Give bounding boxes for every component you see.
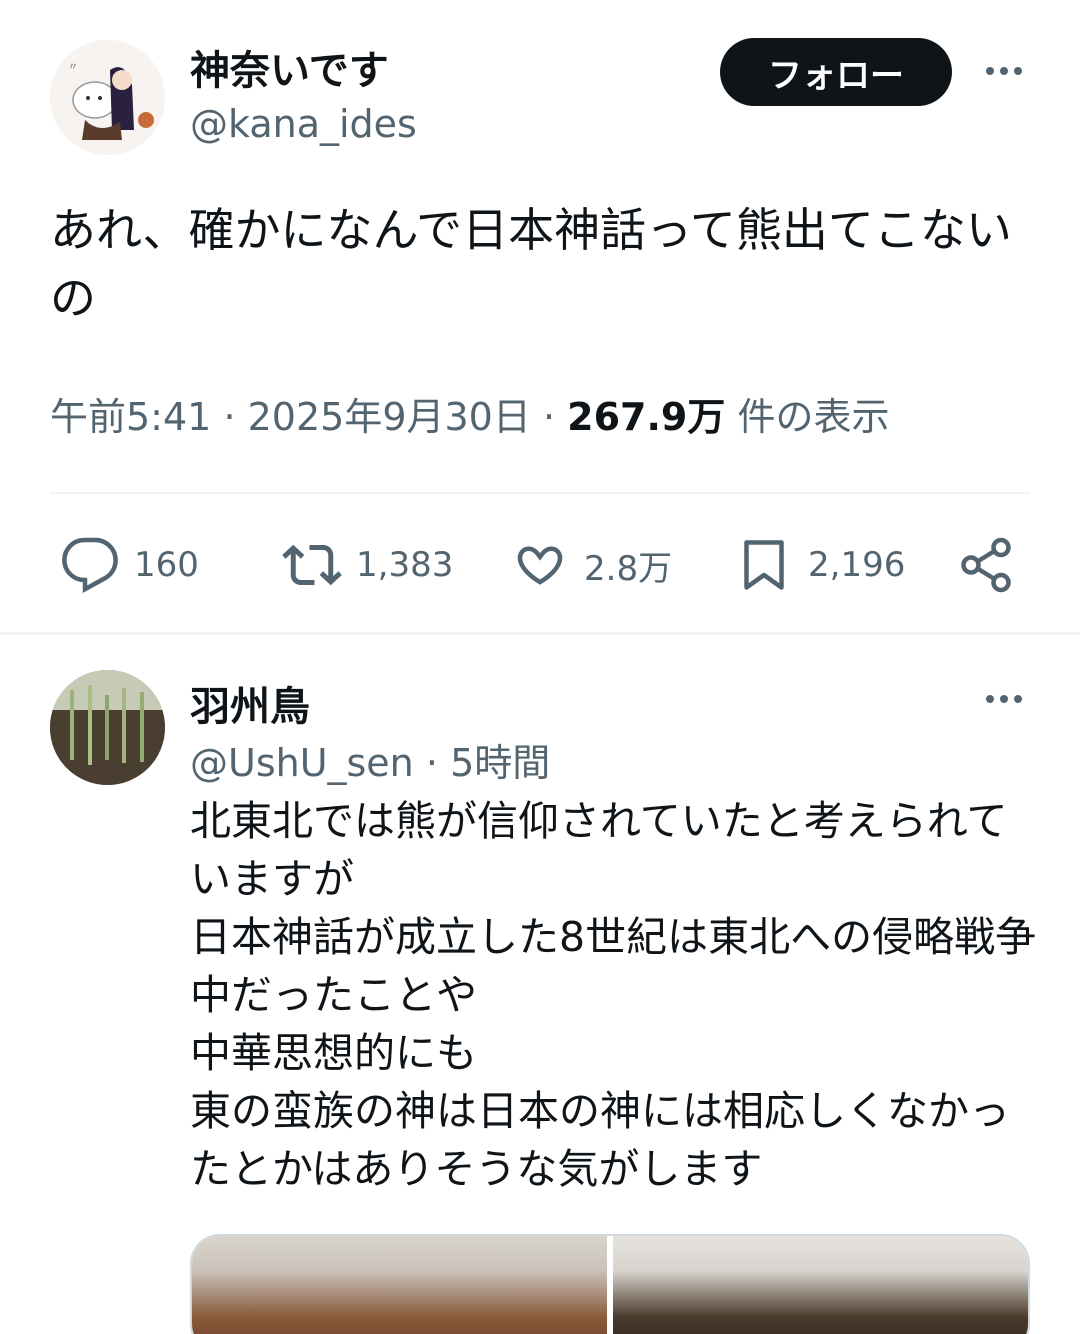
heart-icon [517,546,563,585]
media-image[interactable] [192,1236,607,1334]
svg-text:〃: 〃 [68,62,78,73]
tweet-date[interactable]: 2025年9月30日 [248,395,531,439]
follow-button[interactable]: フォロー [720,38,952,106]
like-count: 2.8万 [584,548,673,589]
bookmark-button[interactable]: 2,196 [734,520,905,610]
divider [0,632,1080,635]
share-button[interactable] [956,520,1016,610]
retweet-icon [282,544,342,586]
meta-separator: · [542,395,556,439]
reply-text: 北東北では熊が信仰されていたと考えられていますが 日本神話が成立した8世紀は東北… [190,797,1037,1193]
media-image[interactable] [613,1236,1028,1334]
meta-separator: · [425,741,438,785]
tweet-text: あれ、確かになんで日本神話って熊出てこないの [50,203,1012,325]
tweet-meta: 午前5:41 · 2025年9月30日 · 267.9万 件の表示 [50,386,889,441]
reply-author-name[interactable]: 羽州鳥 [190,674,310,732]
bookmark-count: 2,196 [808,545,906,585]
retweet-button[interactable]: 1,383 [282,520,453,610]
like-button[interactable]: 2.8万 [510,520,672,610]
reply-icon [62,537,118,594]
author-name[interactable]: 神奈いです [190,38,389,96]
reply-more-icon[interactable] [978,676,1030,722]
reply-author-avatar[interactable] [50,670,165,785]
bookmark-icon [744,540,784,590]
reply-time[interactable]: 5時間 [450,741,550,785]
reply-author-meta: @UshU_sen · 5時間 [190,732,550,787]
views-count[interactable]: 267.9万 [567,395,725,439]
reply-author-handle[interactable]: @UshU_sen [190,741,414,785]
divider [50,492,1030,494]
views-label[interactable]: 件の表示 [737,395,889,439]
author-avatar[interactable]: 〃 [50,40,165,155]
reply-count: 160 [134,545,199,585]
meta-separator: · [223,395,236,439]
reply-media [190,1234,1030,1334]
share-icon [961,537,1011,593]
retweet-count: 1,383 [356,545,454,585]
author-handle[interactable]: @kana_ides [190,102,417,146]
reply-button[interactable]: 160 [60,520,199,610]
more-icon[interactable] [978,48,1030,94]
tweet-time[interactable]: 午前5:41 [50,395,211,439]
action-bar: 160 1,383 2.8万 2,196 [50,520,1030,610]
